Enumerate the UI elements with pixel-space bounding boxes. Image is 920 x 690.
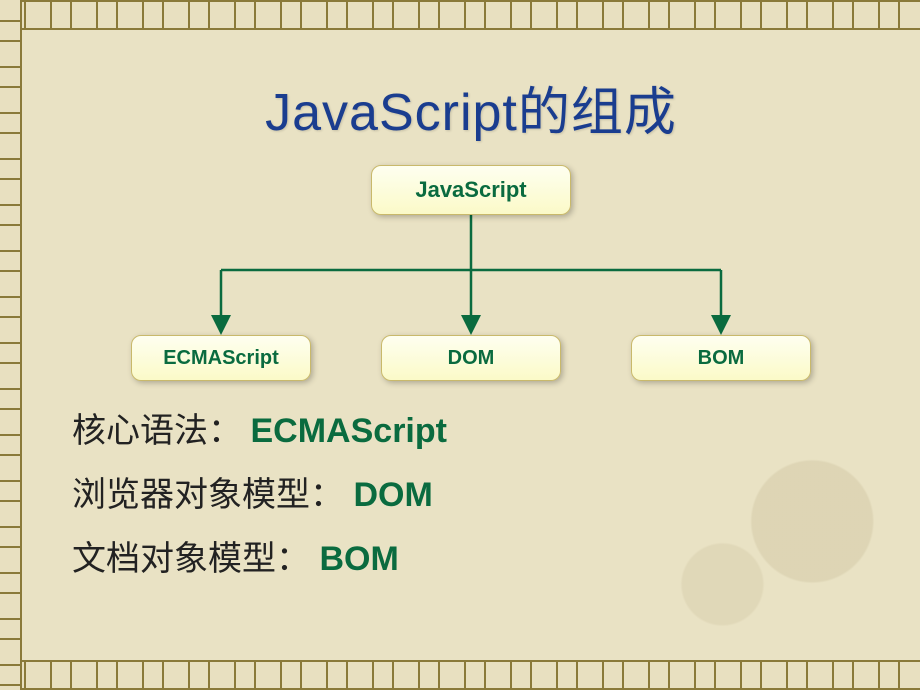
bullet-row: 浏览器对象模型： DOM <box>72 467 880 525</box>
bullet-list: 核心语法： ECMAScript 浏览器对象模型： DOM 文档对象模型： BO… <box>72 403 880 588</box>
slide-content: JavaScript的组成 JavaScript ECMAScript DOM … <box>22 30 920 660</box>
decorative-border-top <box>0 0 920 30</box>
diagram-child-dom: DOM <box>381 335 561 381</box>
bullet-label: 浏览器对象模型： <box>72 477 344 514</box>
bullet-value: ECMAScript <box>251 412 447 450</box>
hierarchy-diagram: JavaScript ECMAScript DOM BOM <box>91 165 851 385</box>
decorative-border-left <box>0 0 22 690</box>
slide-title: JavaScript的组成 <box>62 70 880 145</box>
decorative-border-bottom <box>0 660 920 690</box>
bullet-label: 核心语法： <box>72 413 251 450</box>
bullet-row: 文档对象模型： BOM <box>72 531 880 589</box>
bullet-value: BOM <box>319 540 398 578</box>
diagram-child-ecmascript: ECMAScript <box>131 335 311 381</box>
diagram-root-node: JavaScript <box>371 165 571 215</box>
diagram-child-bom: BOM <box>631 335 811 381</box>
bullet-row: 核心语法： ECMAScript <box>72 403 880 461</box>
bullet-label: 文档对象模型： <box>72 541 310 578</box>
bullet-value: DOM <box>353 476 432 514</box>
